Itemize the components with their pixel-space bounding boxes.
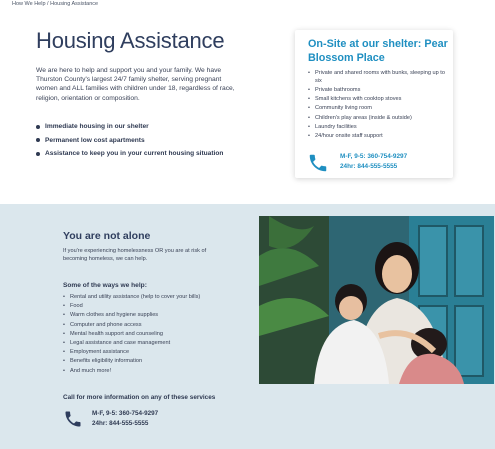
hero-bullet-text: Immediate housing in our shelter	[45, 123, 149, 130]
hero-intro: We are here to help and support you and …	[36, 67, 235, 102]
shelter-phone-block: M-F, 9-5: 360-754-9297 24hr: 844-555-555…	[340, 152, 407, 171]
hero-section: How We Help / Housing Assistance Housing…	[0, 0, 495, 204]
phone-24hr-link[interactable]: 24hr: 844-555-5555	[340, 162, 407, 172]
amenity-item: Community living room	[308, 105, 448, 113]
breadcrumb[interactable]: How We Help / Housing Assistance	[12, 1, 98, 7]
section-intro: If you're experiencing homelessness OR y…	[63, 248, 207, 263]
ways-item: And much more!	[63, 368, 200, 377]
page: How We Help / Housing Assistance Housing…	[0, 0, 495, 449]
ways-item: Food	[63, 303, 200, 312]
bullet-dot-icon	[36, 151, 40, 156]
shelter-card: On-Site at our shelter: Pear Blossom Pla…	[295, 30, 453, 178]
ways-item: Warm clothes and hygiene supplies	[63, 312, 200, 321]
ways-title: Some of the ways we help:	[63, 282, 147, 289]
amenity-item: 24/hour onsite staff support	[308, 133, 448, 141]
hero-bullet-list: Immediate housing in our shelter Permane…	[36, 122, 223, 163]
amenity-item: Children's play areas (inside & outside)	[308, 115, 448, 123]
shelter-amenity-list: Private and shared rooms with bunks, sle…	[308, 70, 448, 143]
phone-icon	[309, 154, 327, 172]
ways-item: Benefits eligibility information	[63, 358, 200, 367]
phone-24hr-link[interactable]: 24hr: 844-555-5555	[92, 419, 158, 429]
section-title: You are not alone	[63, 230, 151, 242]
hero-bullet-text: Permanent low cost apartments	[45, 136, 145, 144]
ways-item: Computer and phone access	[63, 322, 200, 331]
section-phone-block: M-F, 9-5: 360-754-9297 24hr: 844-555-555…	[92, 409, 158, 429]
shelter-card-title: On-Site at our shelter: Pear Blossom Pla…	[308, 38, 448, 64]
bullet-dot-icon	[36, 124, 40, 129]
amenity-item: Private and shared rooms with bunks, sle…	[308, 70, 448, 85]
hero-bullet-text: Assistance to keep you in your current h…	[45, 150, 224, 157]
family-photo-illustration	[259, 216, 494, 384]
hero-bullet: Immediate housing in our shelter	[36, 122, 223, 136]
call-title: Call for more information on any of thes…	[63, 394, 216, 401]
ways-list: Rental and utility assistance (help to c…	[63, 294, 200, 377]
page-title: Housing Assistance	[36, 28, 225, 53]
phone-icon	[65, 411, 81, 427]
ways-item: Legal assistance and case management	[63, 340, 200, 349]
amenity-item: Laundry facilities	[308, 124, 448, 132]
ways-item: Mental health support and counseling	[63, 331, 200, 340]
hero-bullet: Permanent low cost apartments	[36, 136, 223, 150]
ways-item: Rental and utility assistance (help to c…	[63, 294, 200, 303]
hero-bullet: Assistance to keep you in your current h…	[36, 149, 223, 163]
bullet-dot-icon	[36, 138, 40, 142]
amenity-item: Private bathrooms	[308, 87, 448, 95]
amenity-item: Small kitchens with cooktop stoves	[308, 96, 448, 104]
family-photo	[259, 216, 494, 384]
phone-weekday-link[interactable]: M-F, 9-5: 360-754-9297	[92, 409, 158, 419]
ways-item: Employment assistance	[63, 349, 200, 358]
phone-weekday-link[interactable]: M-F, 9-5: 360-754-9297	[340, 152, 407, 162]
